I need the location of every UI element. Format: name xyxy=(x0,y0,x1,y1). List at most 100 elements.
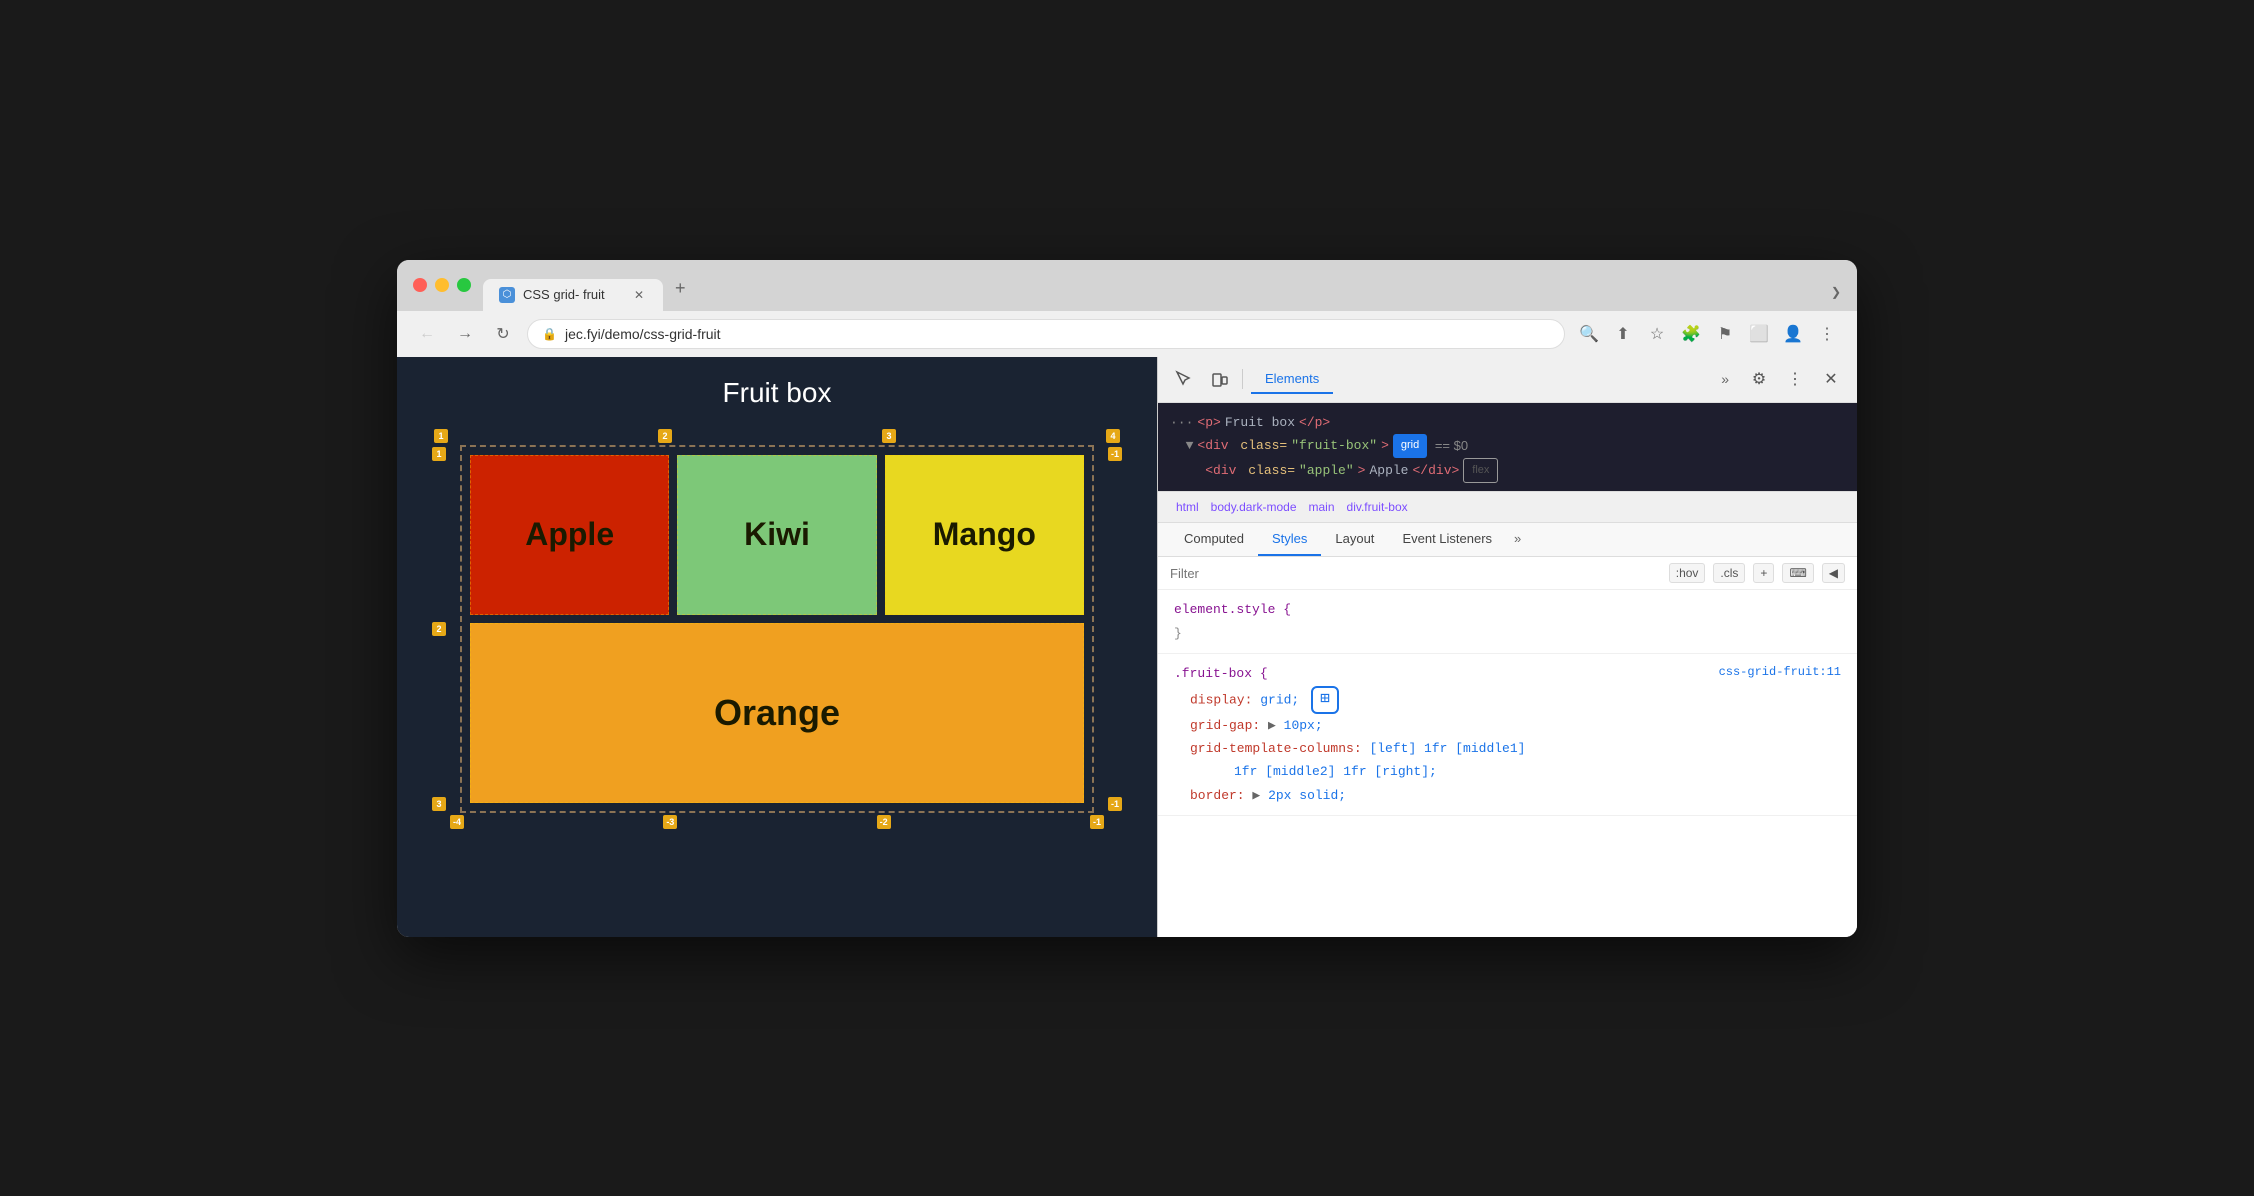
col-numbers-bottom: -4 -3 -2 -1 xyxy=(432,815,1122,829)
tab-title: CSS grid- fruit xyxy=(523,287,605,302)
border-val: 2px solid; xyxy=(1268,788,1346,803)
elements-tab[interactable]: Elements xyxy=(1251,365,1333,394)
share-icon[interactable]: ⬆ xyxy=(1609,320,1637,348)
html-dots-2: ▼ xyxy=(1170,434,1193,457)
back-button-style[interactable]: ◀ xyxy=(1822,563,1845,583)
grid-overlay-button[interactable]: ⊞ xyxy=(1311,686,1339,714)
css-prop-gridtemplate: grid-template-columns: [left] 1fr [middl… xyxy=(1174,737,1841,760)
row-numbers-left: 1 2 3 xyxy=(432,445,446,813)
breadcrumb-html[interactable]: html xyxy=(1170,498,1205,516)
filter-actions: :hov .cls + ⌨ ◀ xyxy=(1669,563,1845,583)
gridgap-arrow[interactable]: ▶ xyxy=(1268,718,1284,733)
tab-close-button[interactable]: ✕ xyxy=(631,287,647,303)
col-num-neg3: -3 xyxy=(663,815,677,829)
fruit-grid: Apple Kiwi Mango Orange xyxy=(460,445,1094,813)
gridtemplate-val-cont: 1fr [middle2] 1fr [right]; xyxy=(1234,764,1437,779)
html-div2-mid: > xyxy=(1358,459,1366,482)
devtools-settings-icon[interactable]: ⚙ xyxy=(1745,365,1773,393)
html-class-val: "fruit-box" xyxy=(1291,434,1377,457)
traffic-lights xyxy=(413,278,471,304)
gridtemplate-prop: grid-template-columns: xyxy=(1190,741,1369,756)
col-num-1: 1 xyxy=(434,429,448,443)
filter-input[interactable] xyxy=(1170,566,1661,581)
row-num-1: 1 xyxy=(432,447,446,461)
new-tab-button[interactable]: + xyxy=(663,272,698,311)
css-selector-element: element.style { xyxy=(1174,602,1291,617)
menu-icon[interactable]: ⋮ xyxy=(1813,320,1841,348)
dollar-zero-label: == $0 xyxy=(1431,434,1468,457)
event-listeners-tab[interactable]: Event Listeners xyxy=(1388,523,1506,556)
col-num-neg2: -2 xyxy=(877,815,891,829)
reload-button[interactable]: ↻ xyxy=(489,320,517,348)
inspect-element-icon[interactable] xyxy=(1170,365,1198,393)
css-source-link[interactable]: css-grid-fruit:11 xyxy=(1719,662,1841,684)
gridgap-prop: grid-gap: xyxy=(1190,718,1268,733)
device-toolbar-icon[interactable] xyxy=(1206,365,1234,393)
cls-button[interactable]: .cls xyxy=(1713,563,1745,583)
devtools-close-icon[interactable]: ✕ xyxy=(1817,365,1845,393)
border-arrow[interactable]: ▶ xyxy=(1252,788,1268,803)
col-num-2: 2 xyxy=(658,429,672,443)
html-div-close-bracket: > xyxy=(1381,434,1389,457)
computed-tab[interactable]: Computed xyxy=(1170,523,1258,556)
back-button[interactable]: ← xyxy=(413,320,441,348)
url-bar[interactable]: 🔒 jec.fyi/demo/css-grid-fruit xyxy=(527,319,1565,349)
html-line-1: ··· <p>Fruit box</p> xyxy=(1170,411,1845,434)
forward-button[interactable]: → xyxy=(451,320,479,348)
url-text: jec.fyi/demo/css-grid-fruit xyxy=(565,326,721,342)
grid-badge[interactable]: grid xyxy=(1393,434,1427,458)
tab-spacer xyxy=(698,299,1831,311)
col-num-3: 3 xyxy=(882,429,896,443)
html-div2-open: <div xyxy=(1205,459,1244,482)
styles-panel: :hov .cls + ⌨ ◀ element.style { } xyxy=(1158,557,1857,936)
breadcrumb-body[interactable]: body.dark-mode xyxy=(1205,498,1303,516)
layout-tab[interactable]: Layout xyxy=(1321,523,1388,556)
toggle-format-button[interactable]: ⌨ xyxy=(1782,563,1813,583)
flex-badge[interactable]: flex xyxy=(1463,458,1498,484)
border-prop: border: xyxy=(1190,788,1252,803)
breadcrumb-main[interactable]: main xyxy=(1303,498,1341,516)
flag-icon[interactable]: ⚑ xyxy=(1711,320,1739,348)
styles-tab[interactable]: Styles xyxy=(1258,523,1321,556)
browser-tab-active[interactable]: ⬡ CSS grid- fruit ✕ xyxy=(483,279,663,311)
row-numbers-right: -1 -1 xyxy=(1108,445,1122,813)
more-devtools-tabs[interactable]: » xyxy=(1713,367,1737,391)
row-num-neg1-top: -1 xyxy=(1108,447,1122,461)
apple-cell: Apple xyxy=(470,455,669,615)
html-indent xyxy=(1170,459,1201,482)
tab-favicon: ⬡ xyxy=(499,287,515,303)
extensions-icon[interactable]: 🧩 xyxy=(1677,320,1705,348)
element-style-closing: } xyxy=(1174,622,1841,645)
more-tabs-button[interactable]: ❯ xyxy=(1831,285,1841,311)
col-numbers-top: 1 2 3 4 xyxy=(432,429,1122,443)
css-prop-display: display: grid; ⊞ xyxy=(1174,686,1841,714)
css-prop-gridtemplate-cont: 1fr [middle2] 1fr [right]; xyxy=(1174,760,1841,783)
minimize-window-button[interactable] xyxy=(435,278,449,292)
zoom-icon[interactable]: 🔍 xyxy=(1575,320,1603,348)
html-apple-text: Apple xyxy=(1369,459,1408,482)
breadcrumb-bar: html body.dark-mode main div.fruit-box xyxy=(1158,491,1857,523)
close-window-button[interactable] xyxy=(413,278,427,292)
gridtemplate-val: [left] 1fr [middle1] xyxy=(1369,741,1525,756)
more-panel-tabs[interactable]: » xyxy=(1506,523,1529,556)
html-class2-attr: class= xyxy=(1248,459,1295,482)
row-num-2: 2 xyxy=(432,622,446,636)
kiwi-cell: Kiwi xyxy=(677,455,876,615)
cast-icon[interactable]: ⬜ xyxy=(1745,320,1773,348)
add-style-button[interactable]: + xyxy=(1753,563,1774,583)
element-style-selector: element.style { xyxy=(1174,598,1841,621)
maximize-window-button[interactable] xyxy=(457,278,471,292)
devtools-kebab-icon[interactable]: ⋮ xyxy=(1781,365,1809,393)
bookmark-icon[interactable]: ☆ xyxy=(1643,320,1671,348)
html-dots: ··· xyxy=(1170,411,1193,434)
orange-cell: Orange xyxy=(470,623,1084,803)
profile-icon[interactable]: 👤 xyxy=(1779,320,1807,348)
hov-button[interactable]: :hov xyxy=(1669,563,1706,583)
html-panel: ··· <p>Fruit box</p> ▼ <div class="fruit… xyxy=(1158,403,1857,492)
breadcrumb-div-fruitbox[interactable]: div.fruit-box xyxy=(1341,498,1414,516)
html-div2-close: </div> xyxy=(1412,459,1459,482)
mango-cell: Mango xyxy=(885,455,1084,615)
filter-bar: :hov .cls + ⌨ ◀ xyxy=(1158,557,1857,590)
address-bar: ← → ↻ 🔒 jec.fyi/demo/css-grid-fruit 🔍 ⬆ … xyxy=(397,311,1857,357)
grid-wrapper: 1 2 3 4 1 2 3 Apple xyxy=(432,429,1122,829)
